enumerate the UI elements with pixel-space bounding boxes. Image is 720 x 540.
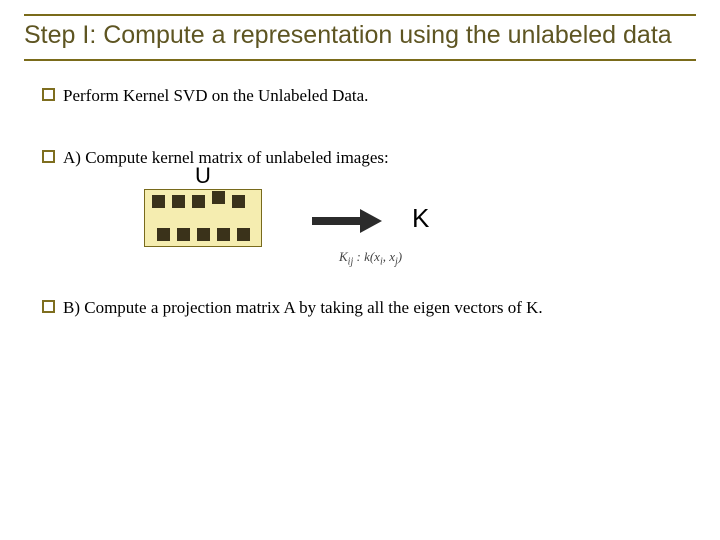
sample-icon <box>152 195 165 208</box>
sample-icon <box>237 228 250 241</box>
sample-icon <box>177 228 190 241</box>
bullet-text: A) Compute kernel matrix of unlabeled im… <box>63 147 389 169</box>
checkbox-bullet-icon <box>42 150 55 163</box>
bullet-text: B) Compute a projection matrix A by taki… <box>63 297 543 319</box>
sample-icon <box>212 191 225 204</box>
sample-icon <box>217 228 230 241</box>
bullet-item: Perform Kernel SVD on the Unlabeled Data… <box>42 85 696 107</box>
slide-title: Step I: Compute a representation using t… <box>24 20 696 51</box>
title-container: Step I: Compute a representation using t… <box>24 14 696 61</box>
checkbox-bullet-icon <box>42 300 55 313</box>
formula-part: ) <box>398 249 402 264</box>
formula-part: : k(x <box>353 249 380 264</box>
sample-icon <box>232 195 245 208</box>
kernel-formula: Kij : k(xi, xj) <box>339 249 402 268</box>
k-label: K <box>412 203 429 234</box>
figure: U <box>144 189 696 247</box>
unlabeled-data-block: U <box>144 189 262 247</box>
bullet-text: Perform Kernel SVD on the Unlabeled Data… <box>63 85 368 107</box>
u-box <box>144 189 262 247</box>
checkbox-bullet-icon <box>42 88 55 101</box>
formula-part: K <box>339 249 348 264</box>
sample-icon <box>172 195 185 208</box>
sample-icon <box>192 195 205 208</box>
formula-part: , x <box>383 249 395 264</box>
sample-icon <box>197 228 210 241</box>
sample-icon <box>157 228 170 241</box>
arrow-icon <box>312 209 382 233</box>
u-label: U <box>195 163 211 189</box>
bullet-item: A) Compute kernel matrix of unlabeled im… <box>42 147 696 169</box>
bullet-item: B) Compute a projection matrix A by taki… <box>42 297 696 319</box>
